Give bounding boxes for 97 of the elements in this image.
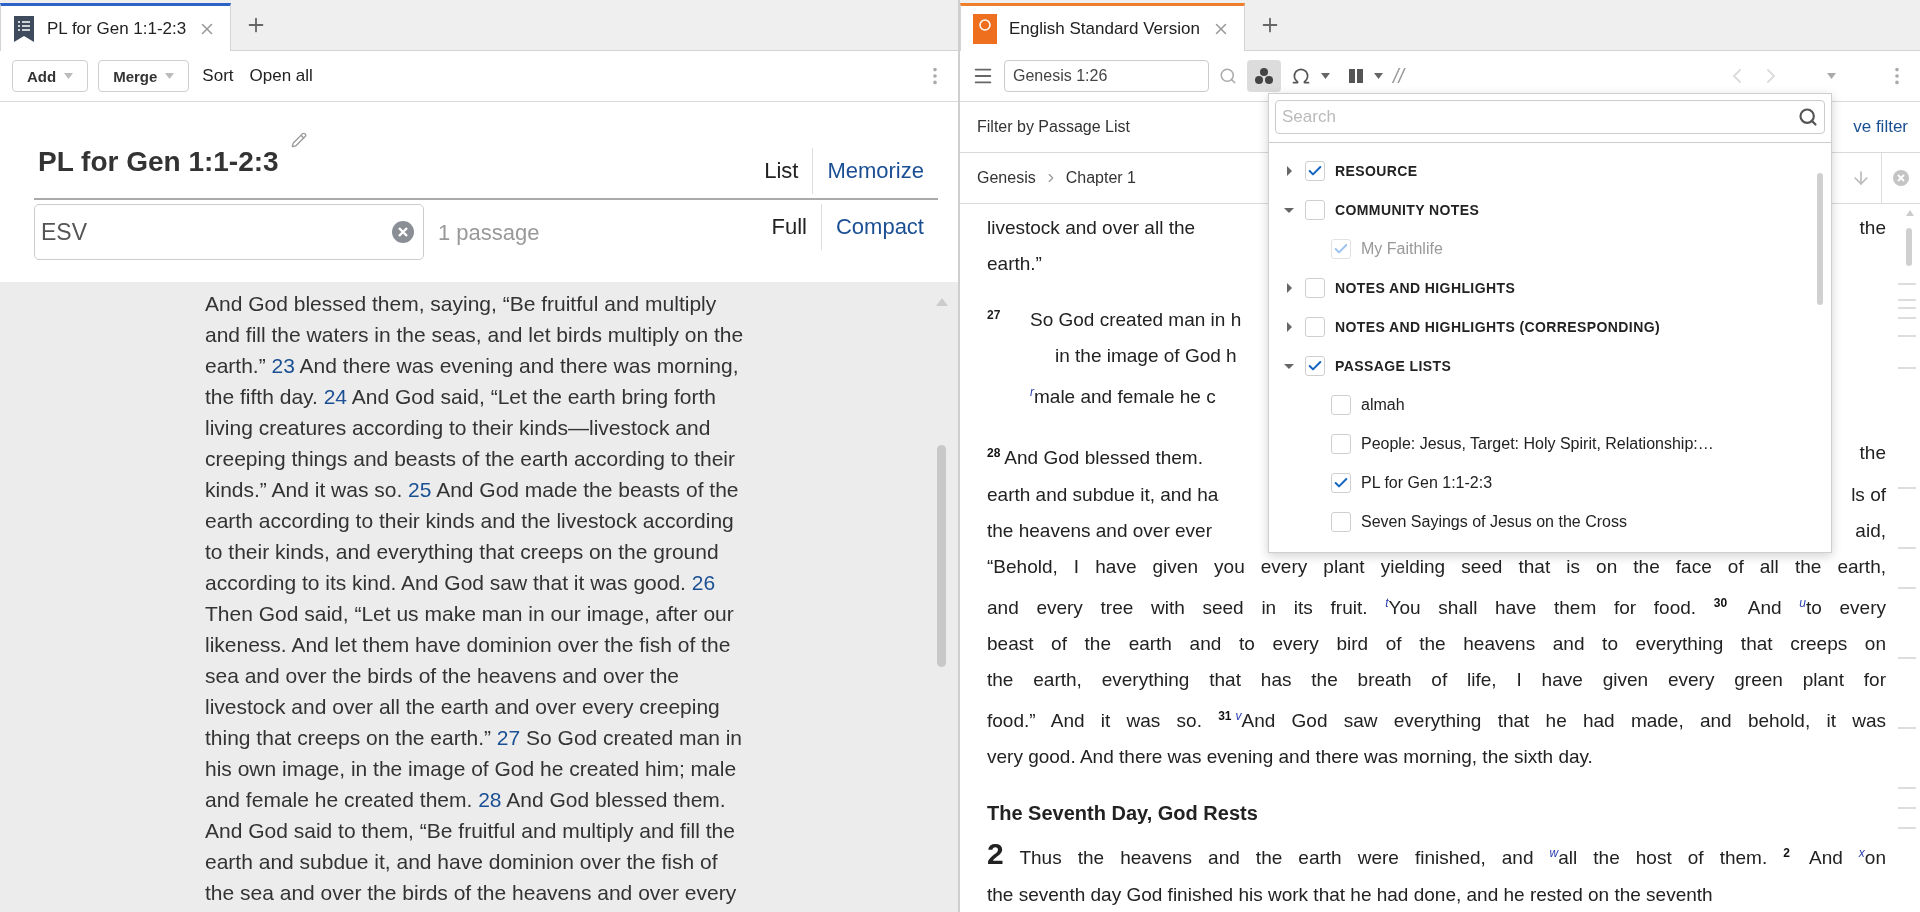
scrollbar-thumb[interactable] — [1817, 173, 1823, 305]
book-cover-icon — [973, 13, 997, 44]
filter-item-row[interactable]: Seven Sayings of Jesus on the Cross — [1283, 502, 1831, 541]
checkbox[interactable] — [1305, 316, 1325, 337]
search-icon[interactable] — [1798, 107, 1818, 127]
checkbox[interactable] — [1331, 472, 1351, 493]
close-icon[interactable] — [1892, 169, 1910, 187]
document-tab[interactable]: English Standard Version — [960, 3, 1245, 51]
bible-text-line: the seventh day God finished his work that he had done, and he rested on the seventh — [987, 882, 1713, 907]
filter-group-row[interactable]: NOTES AND HIGHLIGHTS (CORRESPONDING) — [1283, 307, 1831, 346]
bible-text-line: beast of the earth and to every bird of the heavens and to everything that creeps on — [987, 632, 1886, 656]
passage-line: and fill the waters in the seas, and let birds multiply on the — [205, 322, 744, 348]
tab-title: English Standard Version — [1009, 18, 1200, 39]
checkbox[interactable] — [1331, 511, 1351, 532]
bible-text-line: in the image of God h — [1054, 344, 1237, 368]
passage-line: his own image, in the image of God he created him; male — [205, 756, 737, 782]
passage-line: livestock and over all the earth and over every creeping — [205, 694, 720, 720]
filter-field[interactable]: ESV — [34, 204, 424, 260]
passage-line: thing that creeps on the earth.” 27 So God created man in — [205, 725, 742, 751]
passage-line: to their kinds, and everything that creeps on the ground — [205, 539, 719, 565]
bible-text-fragment: the — [1859, 441, 1886, 466]
density-toggle[interactable]: Full — [757, 204, 821, 250]
bible-text-fragment: the — [1859, 216, 1886, 240]
bible-text-line: 2 Thus the heavens and the earth were finished, and $^{w}$all the host of them. $^{2}$ And $^{x}$on — [987, 836, 1886, 873]
passage-line: And God blessed them, saying, “Be fruitful and multiply — [205, 291, 717, 317]
tab-title: PL for Gen 1:1-2:3 — [47, 18, 187, 39]
bible-text-line: the earth, everything that has the breath of life, I have given every green plant for — [987, 668, 1886, 692]
view-toggle[interactable]: Memorize — [812, 148, 938, 194]
bookmark-list-icon — [13, 14, 35, 43]
bible-text-fragment: $^{28}$ And God blessed them. — [987, 445, 1203, 471]
passage-line: and female he created them. 28 And God blessed them. — [205, 787, 726, 813]
checkbox[interactable] — [1305, 199, 1325, 220]
toolbar-link[interactable]: Sort — [199, 62, 237, 90]
bible-text-line: “Behold, I have given you every plant yielding seed that is on the face of all the earth, — [987, 554, 1886, 579]
bible-text-fragment: livestock and over all the — [987, 216, 1196, 240]
filter-group-row[interactable]: COMMUNITY NOTES — [1283, 190, 1831, 229]
bible-text-fragment: earth and subdue it, and ha — [987, 482, 1219, 507]
passage-line: And God said to them, “Be fruitful and multiply and fill the — [205, 818, 735, 844]
passage-line: kinds.” And it was so. 25 And God made the beasts of the — [205, 477, 739, 503]
checkbox[interactable] — [1331, 433, 1351, 454]
caret-icon — [165, 73, 175, 79]
caret-icon — [1827, 73, 1836, 79]
filter-item-row[interactable]: People: Jesus, Target: Holy Spirit, Relationship:… — [1283, 424, 1831, 463]
dots-cluster-icon — [1254, 67, 1274, 85]
bible-text-fragment: aid, — [1855, 518, 1886, 543]
toolbar-link[interactable]: Open all — [246, 62, 316, 90]
dropdown-button[interactable]: Add — [12, 60, 89, 92]
passage-line: the sea and over the birds of the heavens and over every — [205, 880, 737, 906]
filter-group-row[interactable]: RESOURCE — [1283, 151, 1831, 190]
filter-button[interactable] — [1247, 60, 1281, 92]
dropdown-button[interactable]: Merge — [98, 60, 190, 92]
columns-icon[interactable] — [1348, 68, 1364, 84]
checkbox[interactable] — [1305, 277, 1325, 298]
checkbox[interactable] — [1305, 160, 1325, 181]
scrollbar-thumb[interactable] — [937, 445, 946, 667]
density-toggle[interactable]: Compact — [820, 204, 938, 250]
bible-text-line: food.” And it was so. $^{31}$ $^{v}$And God saw everything that he had made, and behold, it was — [987, 708, 1886, 734]
bible-text-line: earth.” — [987, 252, 1042, 276]
filter-group-row[interactable]: NOTES AND HIGHLIGHTS — [1283, 268, 1831, 307]
passage-line: likeness. And let them have dominion over the fish of the — [205, 632, 731, 658]
document-tab[interactable]: PL for Gen 1:1-2:3 — [0, 3, 232, 51]
search-field[interactable]: Search — [1275, 100, 1825, 134]
omega-icon[interactable] — [1291, 66, 1311, 86]
checkbox[interactable] — [1331, 394, 1351, 415]
field-value: ESV — [41, 218, 89, 246]
list-title: PL for Gen 1:1-2:3 — [38, 146, 279, 178]
caret-icon — [1374, 73, 1383, 79]
checkbox[interactable] — [1305, 355, 1325, 376]
bible-text-fragment: the heavens and over ever — [987, 518, 1212, 543]
passage-count: 1 passage — [438, 220, 540, 246]
remove-filter-link[interactable]: ve filter — [1853, 117, 1908, 137]
clear-icon[interactable] — [391, 220, 415, 244]
breadcrumb-link[interactable]: Chapter 1 — [1065, 169, 1136, 187]
passage-line: earth and subdue it, and have dominion over the fish of — [205, 849, 718, 875]
bible-text-fragment: ls of — [1851, 482, 1886, 507]
passage-line: earth according to their kinds and the livestock according — [205, 508, 734, 534]
passage-line: sea and over the birds of the heavens and over the — [205, 663, 679, 689]
breadcrumb-link[interactable]: Genesis — [977, 169, 1036, 187]
caret-icon — [64, 73, 74, 79]
caret-icon — [1321, 73, 1330, 79]
passage-line: the fifth day. 24 And God said, “Let the earth bring forth — [205, 384, 716, 410]
bible-text-line: and every tree with seed in its fruit. $^{t}$You shall have them for food. $^{30}$ And $^{u}$to every — [987, 594, 1886, 620]
filter-label: Filter by Passage List — [977, 118, 1130, 136]
bible-text-line: very good. And there was evening and there was morning, the sixth day. — [987, 745, 1593, 770]
view-toggle[interactable]: List — [750, 148, 813, 194]
pencil-icon[interactable] — [290, 132, 307, 148]
passage-line: living creatures according to their kinds—livestock and — [205, 415, 711, 441]
reference-field[interactable]: Genesis 1:26 — [1004, 60, 1209, 92]
passage-line: earth.” 23 And there was evening and there was morning, — [205, 353, 739, 379]
bible-text-line: $^{r}$male and female he c — [1029, 384, 1216, 410]
filter-item-row[interactable]: almah — [1283, 385, 1831, 424]
section-heading: The Seventh Day, God Rests — [987, 801, 1259, 827]
passage-line: creeping things and beasts of the earth according to their — [205, 446, 735, 472]
filter-item-row[interactable]: PL for Gen 1:1-2:3 — [1283, 463, 1831, 502]
passage-line: according to its kind. And God saw that it was good. 26 — [205, 570, 716, 596]
passage-line: Then God said, “Let us make man in our image, after our — [205, 601, 734, 627]
filter-group-row[interactable]: PASSAGE LISTS — [1283, 346, 1831, 385]
